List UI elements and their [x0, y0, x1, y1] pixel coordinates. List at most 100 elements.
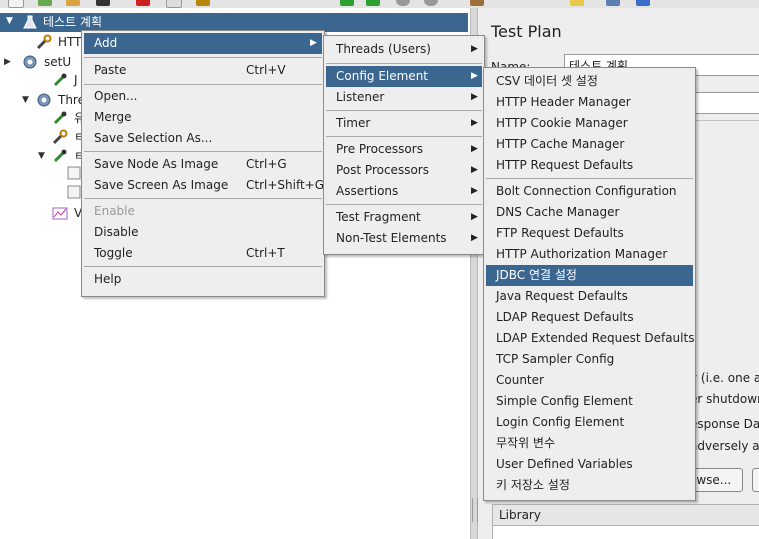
menu-item-login-config-element[interactable]: Login Config Element [486, 412, 693, 433]
submenu-arrow-icon: ▶ [471, 212, 478, 222]
submenu-arrow-icon: ▶ [471, 71, 478, 81]
tree-root-label: 테스트 계획 [43, 15, 103, 29]
open-icon[interactable] [66, 0, 80, 6]
submenu-arrow-icon: ▶ [310, 38, 317, 48]
option-text: er shutdown [690, 392, 759, 406]
menu-separator [326, 136, 482, 137]
menu-item-user-defined-variables[interactable]: User Defined Variables [486, 454, 693, 475]
gear-icon [37, 93, 51, 107]
collapse-icon[interactable]: ▼ [6, 16, 13, 26]
menu-item-ldap-request-defaults[interactable]: LDAP Request Defaults [486, 307, 693, 328]
menu-item-dns-cache-manager[interactable]: DNS Cache Manager [486, 202, 693, 223]
context-menu: Add ▶ Paste Ctrl+V Open... Merge Save Se… [81, 30, 325, 297]
menu-item-timer[interactable]: Timer ▶ [326, 113, 482, 134]
menu-item-random-variable[interactable]: 무작위 변수 [486, 433, 693, 454]
submenu-arrow-icon: ▶ [471, 92, 478, 102]
menu-item-listener[interactable]: Listener ▶ [326, 87, 482, 108]
pipette-icon [53, 149, 67, 163]
shortcut-label: Ctrl+G [246, 157, 287, 171]
shortcut-label: Ctrl+T [246, 246, 285, 260]
function-helper-icon[interactable] [606, 0, 620, 6]
menu-item-open[interactable]: Open... [84, 86, 322, 107]
toolbar [0, 0, 759, 8]
shortcut-label: Ctrl+V [246, 63, 286, 77]
cut-icon[interactable] [136, 0, 150, 6]
menu-item-post-processors[interactable]: Post Processors ▶ [326, 160, 482, 181]
menu-item-non-test-elements[interactable]: Non-Test Elements ▶ [326, 228, 482, 249]
menu-item-pre-processors[interactable]: Pre Processors ▶ [326, 139, 482, 160]
menu-item-http-cache-manager[interactable]: HTTP Cache Manager [486, 134, 693, 155]
menu-separator [84, 151, 322, 152]
chart-icon [52, 207, 68, 220]
shutdown-icon[interactable] [424, 0, 438, 6]
menu-separator [84, 57, 322, 58]
sampler-icon [67, 185, 81, 199]
menu-item-save-screen-as-image[interactable]: Save Screen As Image Ctrl+Shift+G [84, 175, 325, 196]
paste-icon[interactable] [196, 0, 210, 6]
submenu-arrow-icon: ▶ [471, 186, 478, 196]
menu-item-tcp-sampler-config[interactable]: TCP Sampler Config [486, 349, 693, 370]
help-icon[interactable] [636, 0, 650, 6]
menu-item-http-request-defaults[interactable]: HTTP Request Defaults [486, 155, 693, 176]
menu-item-disable[interactable]: Disable [84, 222, 322, 243]
menu-item-add[interactable]: Add ▶ [84, 33, 322, 54]
menu-item-config-element[interactable]: Config Element ▶ [326, 66, 482, 87]
submenu-arrow-icon: ▶ [471, 233, 478, 243]
clear-icon[interactable] [470, 0, 484, 6]
menu-separator [326, 204, 482, 205]
menu-item-csv-data-set[interactable]: CSV 데이터 셋 설정 [486, 71, 693, 92]
menu-item-http-cookie-manager[interactable]: HTTP Cookie Manager [486, 113, 693, 134]
menu-item-save-selection-as[interactable]: Save Selection As... [84, 128, 322, 149]
menu-item-ftp-request-defaults[interactable]: FTP Request Defaults [486, 223, 693, 244]
menu-item-counter[interactable]: Counter [486, 370, 693, 391]
save-icon[interactable] [96, 0, 110, 6]
pipette-icon [53, 111, 67, 125]
option-text: adversely aff [690, 439, 759, 453]
library-table-header: Library [492, 504, 759, 526]
config-element-submenu: CSV 데이터 셋 설정 HTTP Header Manager HTTP Co… [483, 67, 696, 501]
menu-item-toggle[interactable]: Toggle Ctrl+T [84, 243, 322, 264]
collapse-icon[interactable]: ▼ [38, 147, 45, 165]
menu-item-test-fragment[interactable]: Test Fragment ▶ [326, 207, 482, 228]
start-no-pauses-icon[interactable] [366, 0, 380, 6]
menu-item-paste[interactable]: Paste Ctrl+V [84, 60, 322, 81]
option-text: y (i.e. one at [690, 371, 759, 385]
submenu-arrow-icon: ▶ [471, 144, 478, 154]
new-icon[interactable] [8, 0, 24, 8]
shortcut-label: Ctrl+Shift+G [246, 178, 325, 192]
wrench-icon [36, 34, 52, 50]
delete-button[interactable] [752, 468, 759, 492]
menu-item-jdbc-connection[interactable]: JDBC 연결 설정 [486, 265, 693, 286]
add-submenu: Threads (Users) ▶ Config Element ▶ Liste… [323, 35, 485, 255]
menu-item-assertions[interactable]: Assertions ▶ [326, 181, 482, 202]
menu-separator [84, 84, 322, 85]
menu-item-ldap-extended-request-defaults[interactable]: LDAP Extended Request Defaults [486, 328, 694, 349]
option-text: esponse Da [690, 417, 759, 431]
menu-separator [486, 178, 693, 179]
library-table[interactable] [492, 526, 759, 539]
gear-icon [23, 55, 37, 69]
submenu-arrow-icon: ▶ [471, 165, 478, 175]
menu-item-keystore-config[interactable]: 키 저장소 설정 [486, 475, 693, 496]
expand-icon[interactable]: ▶ [4, 53, 11, 71]
stop-icon[interactable] [396, 0, 410, 6]
menu-item-simple-config-element[interactable]: Simple Config Element [486, 391, 693, 412]
pipette-icon [53, 73, 67, 87]
menu-item-http-header-manager[interactable]: HTTP Header Manager [486, 92, 693, 113]
menu-separator [84, 266, 322, 267]
panel-title: Test Plan [491, 22, 562, 41]
menu-separator [84, 198, 322, 199]
menu-item-http-authorization-manager[interactable]: HTTP Authorization Manager [486, 244, 693, 265]
search-icon[interactable] [570, 0, 584, 6]
collapse-icon[interactable]: ▼ [22, 91, 29, 109]
template-icon[interactable] [38, 0, 52, 6]
menu-item-java-request-defaults[interactable]: Java Request Defaults [486, 286, 693, 307]
menu-item-merge[interactable]: Merge [84, 107, 322, 128]
menu-item-save-node-as-image[interactable]: Save Node As Image Ctrl+G [84, 154, 322, 175]
copy-icon[interactable] [166, 0, 182, 8]
menu-item-help[interactable]: Help [84, 269, 322, 290]
start-icon[interactable] [340, 0, 354, 6]
menu-item-bolt-connection[interactable]: Bolt Connection Configuration [486, 181, 693, 202]
menu-item-threads[interactable]: Threads (Users) ▶ [326, 39, 482, 60]
submenu-arrow-icon: ▶ [471, 44, 478, 54]
